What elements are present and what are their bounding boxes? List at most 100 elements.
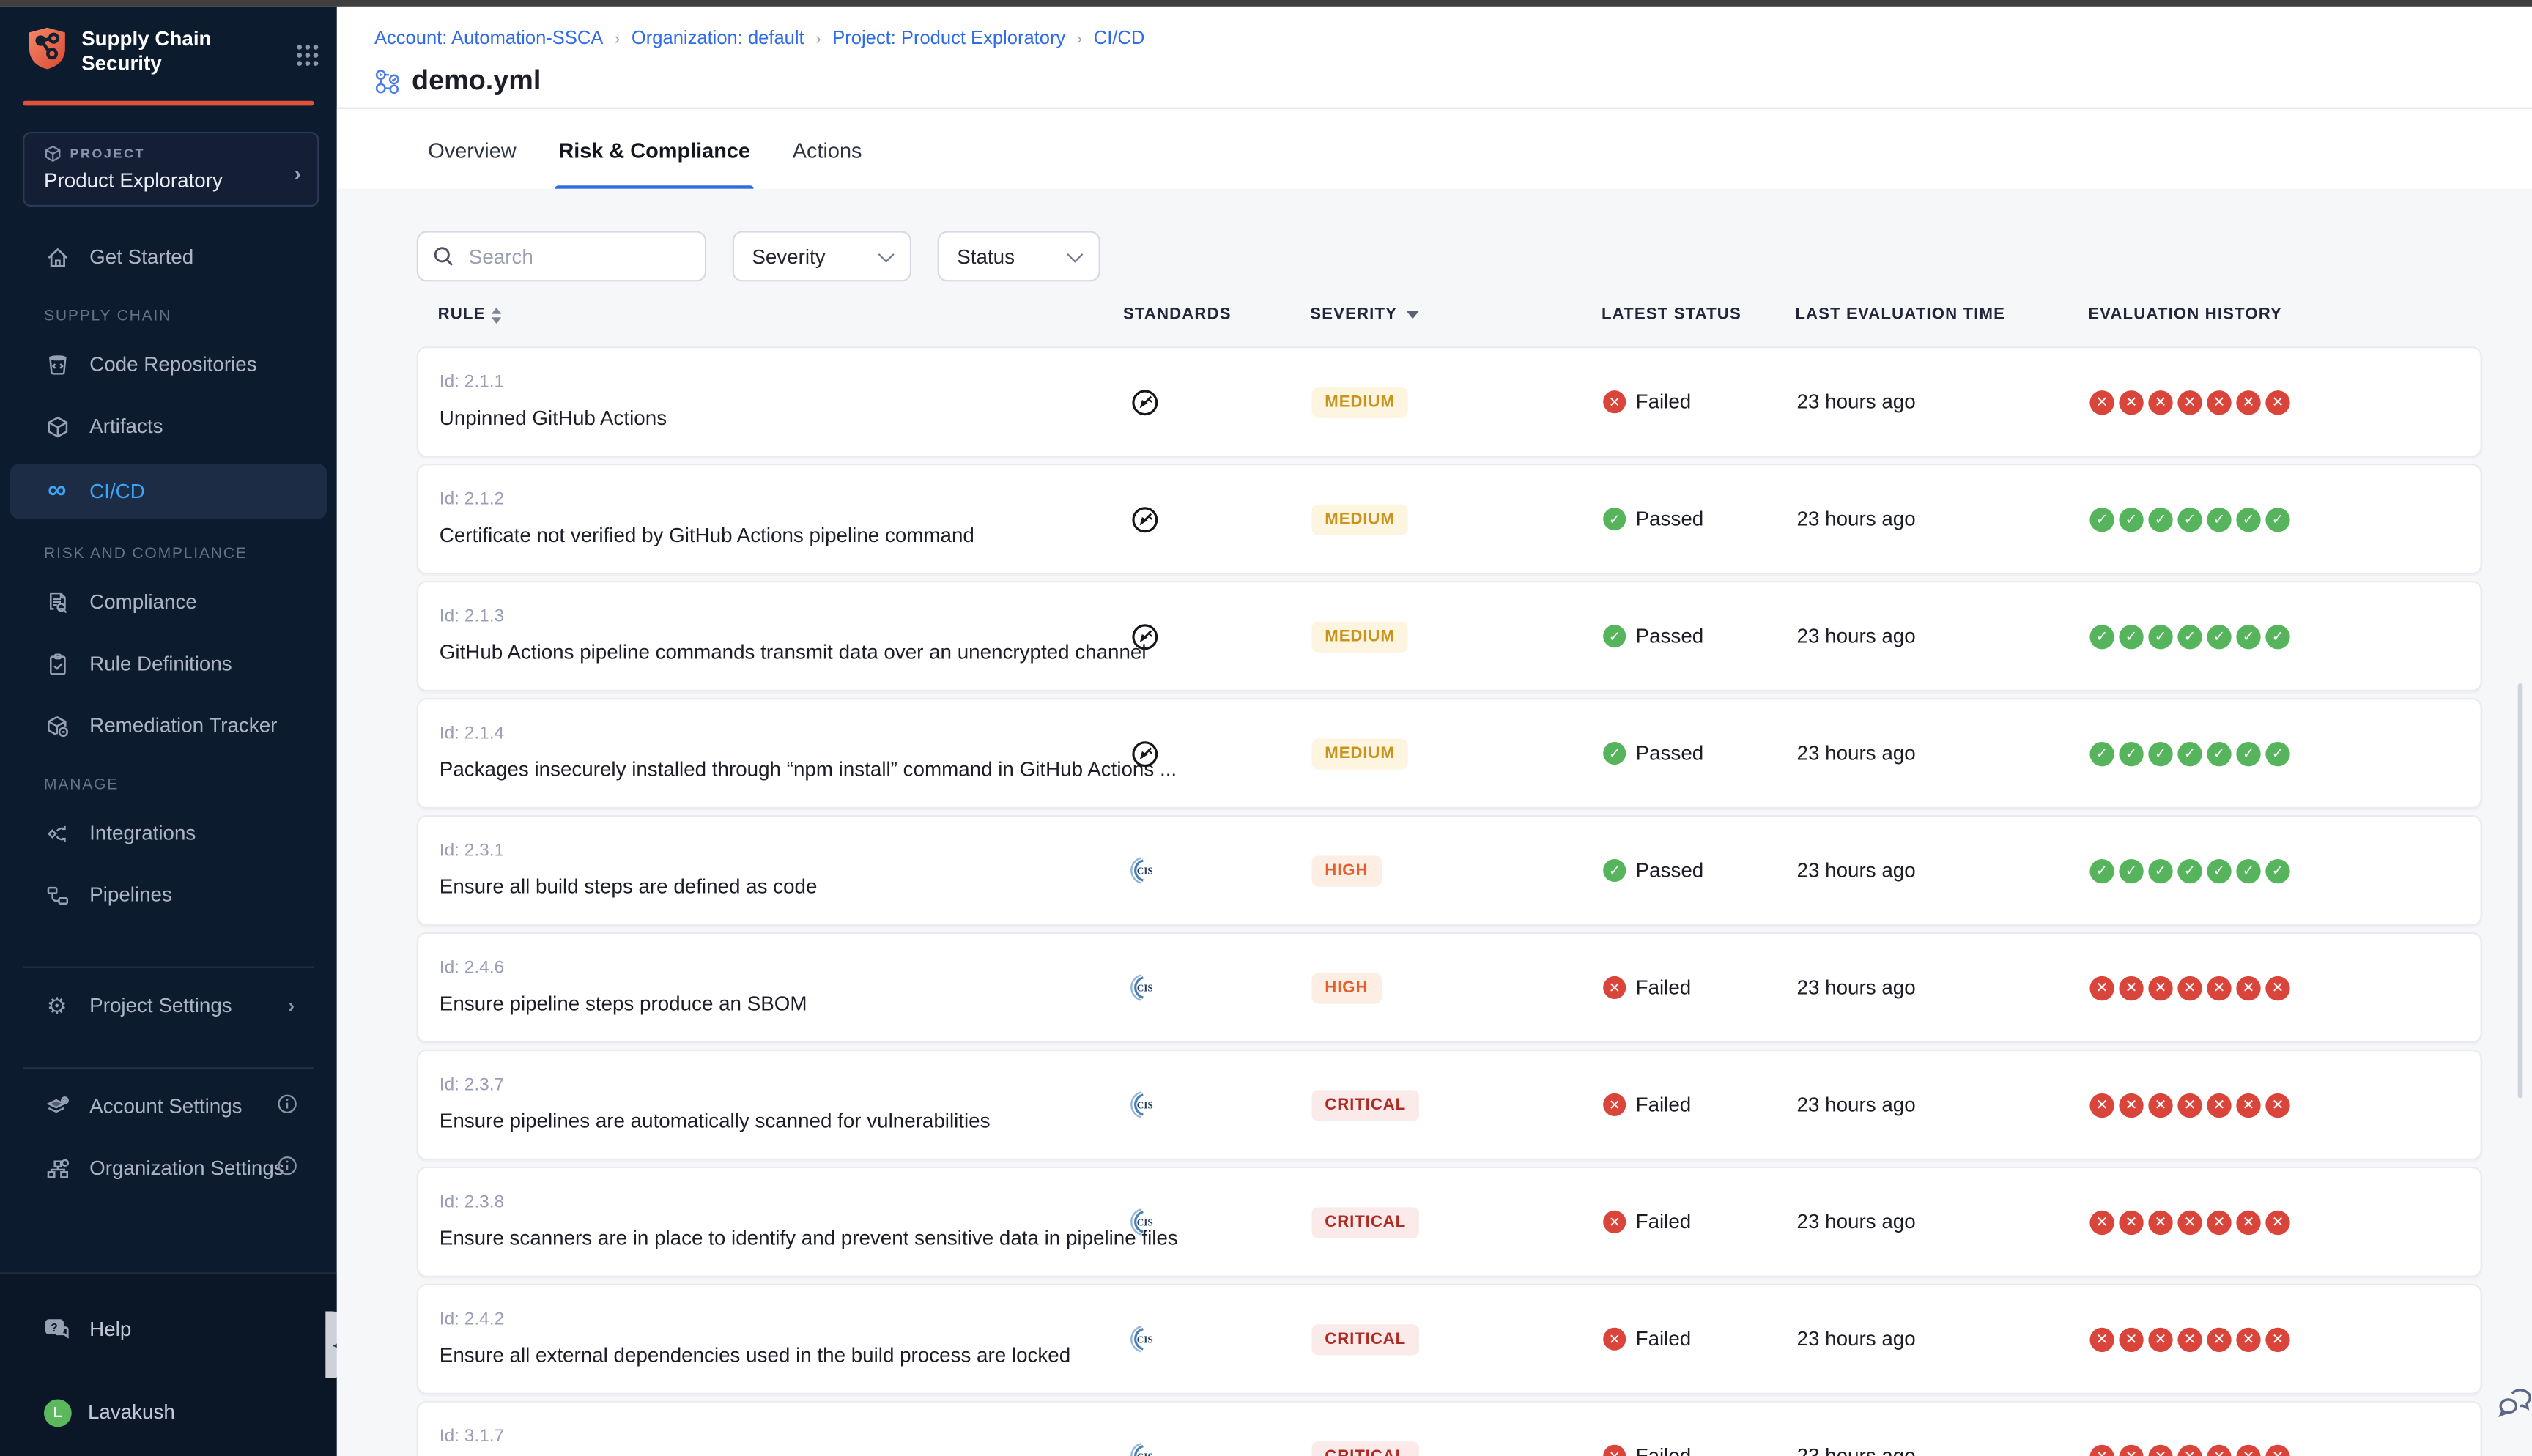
table-row[interactable]: Id: 2.1.1Unpinned GitHub ActionsMEDIUM✕F… [417,346,2482,457]
rule-id: Id: 2.1.4 [440,724,504,744]
status-text: Passed [1636,742,1704,765]
rule-name: Ensure all build steps are defined as co… [440,875,818,898]
history-failed-icon: ✕ [2148,1444,2172,1456]
table-row[interactable]: Id: 2.4.2Ensure all external dependencie… [417,1284,2482,1394]
column-header-hist[interactable]: EVALUATION HISTORY [2088,306,2282,324]
sidebar-item-organization-settings[interactable]: Organization Settings [10,1144,327,1193]
sort-desc-icon [1407,311,1420,319]
brand-divider [23,101,314,106]
rule-id: Id: 3.1.7 [440,1427,504,1446]
history-failed-icon: ✕ [2119,1444,2143,1456]
sidebar-item-code-repositories[interactable]: Code Repositories [10,340,327,389]
last-evaluation-time: 23 hours ago [1797,1403,1916,1456]
severity-badge: MEDIUM [1312,738,1408,768]
table-row[interactable]: Id: 2.3.1Ensure all build steps are defi… [417,815,2482,926]
user-menu[interactable]: L Lavakush [44,1393,337,1432]
scrollbar[interactable] [2518,683,2523,1098]
sidebar-item-project-settings[interactable]: ⚙Project Settings› [10,981,327,1030]
project-selector[interactable]: PROJECT Product Exploratory › [23,132,319,207]
column-header-std[interactable]: STANDARDS [1123,306,1232,324]
search-input[interactable] [465,243,684,270]
column-header-sev[interactable]: SEVERITY [1310,306,1420,324]
history-passed-icon: ✓ [2177,624,2202,648]
history-failed-icon: ✕ [2177,390,2202,414]
nav-section-title: MANAGE [44,773,337,795]
column-header-time[interactable]: LAST EVALUATION TIME [1795,306,2005,324]
history-failed-icon: ✕ [2207,1444,2231,1456]
severity-cell: HIGH [1312,934,1382,1041]
breadcrumb-link[interactable]: Organization: default [632,29,804,49]
table-row[interactable]: Id: 2.3.7Ensure pipelines are automatica… [417,1050,2482,1160]
chat-bubbles-icon[interactable] [2498,1384,2532,1425]
table-row[interactable]: Id: 2.1.3GitHub Actions pipeline command… [417,581,2482,691]
latest-status-cell: ✓Passed [1603,465,1703,573]
table-row[interactable]: Id: 2.4.6Ensure pipeline steps produce a… [417,932,2482,1043]
severity-filter[interactable]: Severity [733,231,911,281]
chevron-right-icon: › [294,161,301,185]
passed-icon: ✓ [1603,742,1626,765]
last-evaluation-time: 23 hours ago [1797,348,1916,456]
breadcrumb-separator: › [1077,30,1082,48]
help-button[interactable]: ? Help [44,1310,337,1348]
column-header-rule[interactable]: RULE [438,306,502,324]
breadcrumb-link[interactable]: CI/CD [1094,29,1145,49]
content-panel: Severity Status RULE STANDARDS SEVERITY LAT… [337,189,2532,1456]
sidebar-item-integrations[interactable]: Integrations [10,809,327,858]
latest-status-cell: ✕Failed [1603,348,1691,456]
history-failed-icon: ✕ [2265,1327,2289,1351]
page-header: Account: Automation-SSCA › Organization: d… [337,7,2532,109]
history-passed-icon: ✓ [2148,624,2172,648]
column-header-status[interactable]: LATEST STATUS [1602,306,1741,324]
status-text: Failed [1636,1445,1692,1456]
project-settings-slot: ⚙Project Settings› [0,981,337,1030]
table-row[interactable]: Id: 2.3.8Ensure scanners are in place to… [417,1167,2482,1277]
box-tool-icon [44,713,70,739]
nav-label: Remediation Tracker [89,714,277,737]
cis-icon: CIS [1130,1207,1159,1236]
severity-badge: HIGH [1312,972,1382,1003]
nav-label: Compliance [89,590,197,613]
tab-overview[interactable]: Overview [425,109,519,190]
history-failed-icon: ✕ [2177,1093,2202,1117]
breadcrumb-separator: › [615,30,620,48]
sort-icon[interactable] [492,307,501,323]
sidebar-item-get-started[interactable]: Get Started [10,233,327,282]
tabs: Overview Risk & Compliance Actions [337,109,2532,190]
last-evaluation-time: 23 hours ago [1797,699,1916,807]
sidebar-item-account-settings[interactable]: Account Settings [10,1082,327,1131]
breadcrumb-link[interactable]: Account: Automation-SSCA [374,29,603,49]
sidebar-item-rule-definitions[interactable]: Rule Definitions [10,639,327,688]
sidebar-item-remediation-tracker[interactable]: Remediation Tracker [10,701,327,750]
history-failed-icon: ✕ [2236,1327,2260,1351]
latest-status-cell: ✕Failed [1603,1285,1691,1393]
failed-icon: ✕ [1603,1211,1626,1233]
owasp-icon [1130,505,1158,533]
sidebar-item-artifacts[interactable]: Artifacts [10,402,327,451]
sidebar-item-compliance[interactable]: Compliance [10,578,327,627]
breadcrumb-link[interactable]: Project: Product Exploratory [832,29,1065,49]
status-text: Passed [1636,508,1704,530]
table-row[interactable]: Id: 3.1.7CISCRITICAL✕Failed23 hours ago✕… [417,1401,2482,1456]
app-logo-row: Supply Chain Security [0,7,337,101]
standards-cell: CIS [1125,1285,1163,1393]
tab-risk-compliance[interactable]: Risk & Compliance [555,109,754,190]
table-row[interactable]: Id: 2.1.4Packages insecurely installed t… [417,698,2482,809]
sidebar-item-ci-cd[interactable]: ∞CI/CD [10,464,327,519]
doc-search-icon [44,589,70,615]
tab-actions[interactable]: Actions [789,109,865,190]
module-grid-icon[interactable] [295,42,321,69]
latest-status-cell: ✕Failed [1603,1403,1691,1456]
sidebar-item-pipelines[interactable]: Pipelines [10,871,327,920]
table-row[interactable]: Id: 2.1.2Certificate not verified by Git… [417,464,2482,574]
status-filter[interactable]: Status [938,231,1100,281]
history-failed-icon: ✕ [2089,1210,2114,1234]
severity-cell: CRITICAL [1312,1051,1419,1159]
rule-name: Unpinned GitHub Actions [440,406,667,429]
nav-label: Rule Definitions [89,653,232,675]
svg-text:?: ? [51,1322,58,1334]
severity-badge: MEDIUM [1312,387,1408,417]
history-passed-icon: ✓ [2207,858,2231,883]
severity-cell: MEDIUM [1312,348,1408,456]
severity-cell: MEDIUM [1312,699,1408,807]
evaluation-history: ✓✓✓✓✓✓✓ [2089,465,2289,573]
